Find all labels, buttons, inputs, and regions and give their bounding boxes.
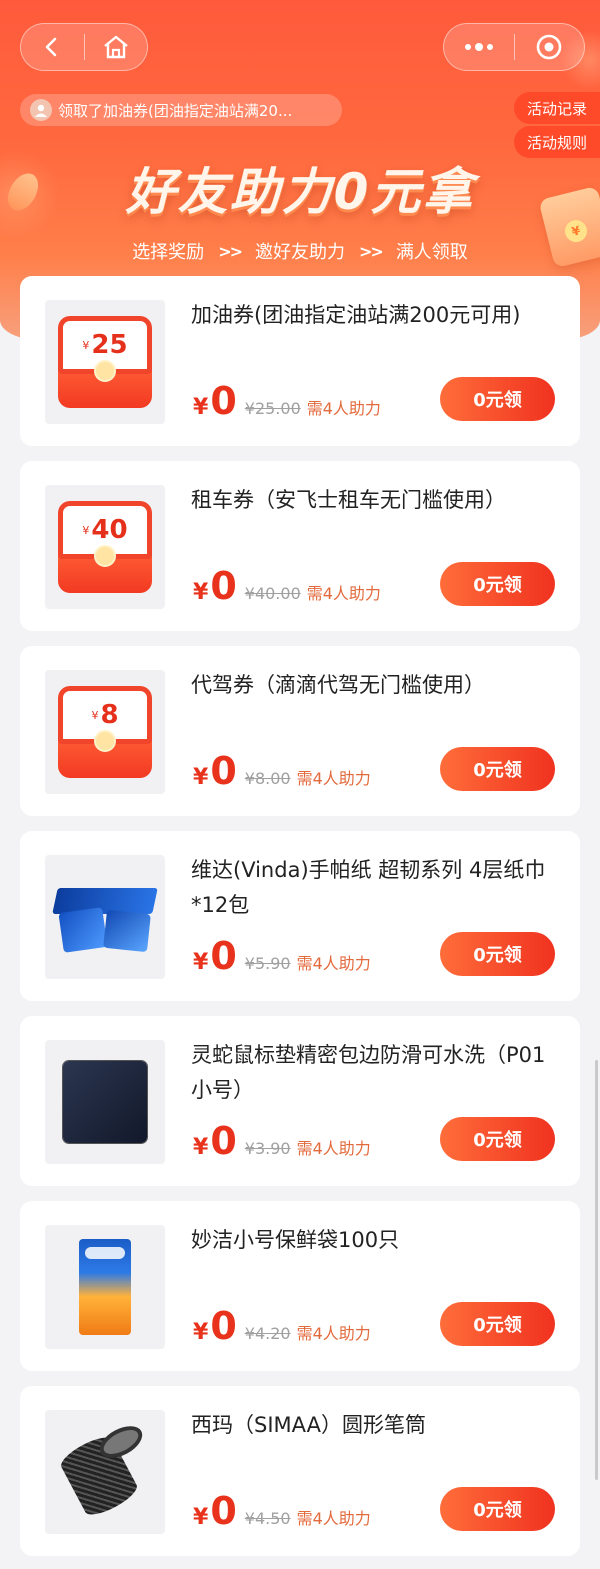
original-price: ¥4.50 bbox=[244, 1509, 291, 1528]
scrollbar[interactable] bbox=[595, 1060, 598, 1480]
original-price: ¥4.20 bbox=[244, 1324, 291, 1343]
user-avatar-icon bbox=[30, 99, 52, 121]
target-close-icon bbox=[536, 34, 562, 60]
current-price: 0 bbox=[210, 1304, 237, 1348]
activity-records-button[interactable]: 活动记录 bbox=[514, 92, 600, 124]
step-label: 邀好友助力 bbox=[255, 242, 345, 263]
price-row: ¥ 0 ¥40.00 需4人助力 bbox=[193, 567, 381, 605]
home-icon bbox=[103, 35, 128, 59]
double-chevron-icon: >> bbox=[218, 241, 243, 261]
currency-symbol: ¥ bbox=[193, 1505, 209, 1530]
current-price: 0 bbox=[210, 1489, 237, 1533]
current-price: 0 bbox=[210, 1119, 237, 1163]
red-packet-icon: ¥40 bbox=[58, 501, 152, 593]
ticker-text: 领取了加油券(团油指定油站满20... bbox=[58, 101, 293, 120]
price-row: ¥ 0 ¥4.20 需4人助力 bbox=[193, 1307, 371, 1345]
currency-symbol: ¥ bbox=[193, 950, 209, 975]
claim-button[interactable]: 0元领 bbox=[440, 1117, 555, 1161]
original-price: ¥8.00 bbox=[244, 769, 291, 788]
food-bag-image bbox=[79, 1239, 131, 1335]
product-title: 维达(Vinda)手帕纸 超韧系列 4层纸巾*12包 bbox=[191, 858, 546, 917]
price-row: ¥ 0 ¥3.90 需4人助力 bbox=[193, 1122, 371, 1160]
packet-value: 8 bbox=[100, 700, 119, 730]
product-thumbnail bbox=[45, 1225, 165, 1349]
original-price: ¥40.00 bbox=[244, 584, 301, 603]
helpers-needed: 需4人助力 bbox=[296, 954, 371, 973]
close-miniprogram-button[interactable] bbox=[515, 24, 585, 70]
mousepad-image bbox=[63, 1061, 147, 1143]
product-thumbnail: ¥25 bbox=[45, 300, 165, 424]
product-card[interactable]: ¥25 加油券(团油指定油站满200元可用) ¥ 0 ¥25.00 需4人助力 … bbox=[20, 276, 580, 446]
helpers-needed: 需4人助力 bbox=[296, 1324, 371, 1343]
helpers-needed: 需4人助力 bbox=[306, 584, 381, 603]
helpers-needed: 需4人助力 bbox=[296, 1139, 371, 1158]
double-chevron-icon: >> bbox=[359, 241, 384, 261]
helpers-needed: 需4人助力 bbox=[296, 769, 371, 788]
steps-bar: 选择奖励 >> 邀好友助力 >> 满人领取 bbox=[0, 238, 600, 264]
original-price: ¥3.90 bbox=[244, 1139, 291, 1158]
product-thumbnail bbox=[45, 1040, 165, 1164]
claim-button[interactable]: 0元领 bbox=[440, 1487, 555, 1531]
claim-button[interactable]: 0元领 bbox=[440, 747, 555, 791]
step-label: 选择奖励 bbox=[132, 242, 205, 263]
product-thumbnail bbox=[45, 855, 165, 979]
product-card[interactable]: ¥40 租车券（安飞士租车无门槛使用） ¥ 0 ¥40.00 需4人助力 0元领 bbox=[20, 461, 580, 631]
current-price: 0 bbox=[210, 749, 237, 793]
product-thumbnail: ¥40 bbox=[45, 485, 165, 609]
claim-button[interactable]: 0元领 bbox=[440, 932, 555, 976]
product-card[interactable]: 妙洁小号保鲜袋100只 ¥ 0 ¥4.20 需4人助力 0元领 bbox=[20, 1201, 580, 1371]
back-button[interactable] bbox=[21, 24, 84, 70]
price-row: ¥ 0 ¥4.50 需4人助力 bbox=[193, 1492, 371, 1530]
product-title: 加油券(团油指定油站满200元可用) bbox=[191, 303, 521, 327]
back-arrow-icon bbox=[45, 37, 57, 57]
price-row: ¥ 0 ¥25.00 需4人助力 bbox=[193, 382, 381, 420]
product-card[interactable]: ¥8 代驾券（滴滴代驾无门槛使用） ¥ 0 ¥8.00 需4人助力 0元领 bbox=[20, 646, 580, 816]
original-price: ¥5.90 bbox=[244, 954, 291, 973]
helpers-needed: 需4人助力 bbox=[306, 399, 381, 418]
red-packet-icon: ¥25 bbox=[58, 316, 152, 408]
product-thumbnail bbox=[45, 1410, 165, 1534]
product-card[interactable]: 灵蛇鼠标垫精密包边防滑可水洗（P01小号） ¥ 0 ¥3.90 需4人助力 0元… bbox=[20, 1016, 580, 1186]
packet-value: 25 bbox=[91, 330, 128, 360]
claim-button[interactable]: 0元领 bbox=[440, 377, 555, 421]
product-card[interactable]: 维达(Vinda)手帕纸 超韧系列 4层纸巾*12包 ¥ 0 ¥5.90 需4人… bbox=[20, 831, 580, 1001]
current-price: 0 bbox=[210, 379, 237, 423]
currency-symbol: ¥ bbox=[193, 580, 209, 605]
nav-capsule-right bbox=[443, 23, 585, 71]
helpers-needed: 需4人助力 bbox=[296, 1509, 371, 1528]
more-button[interactable] bbox=[444, 24, 514, 70]
home-button[interactable] bbox=[85, 24, 148, 70]
current-price: 0 bbox=[210, 564, 237, 608]
current-price: 0 bbox=[210, 934, 237, 978]
currency-symbol: ¥ bbox=[193, 1135, 209, 1160]
product-list: ¥25 加油券(团油指定油站满200元可用) ¥ 0 ¥25.00 需4人助力 … bbox=[20, 276, 580, 1569]
claim-ticker: 领取了加油券(团油指定油站满20... bbox=[20, 94, 342, 126]
price-row: ¥ 0 ¥5.90 需4人助力 bbox=[193, 937, 371, 975]
pen-holder-image bbox=[56, 1419, 148, 1521]
product-card[interactable]: 西玛（SIMAA）圆形笔筒 ¥ 0 ¥4.50 需4人助力 0元领 bbox=[20, 1386, 580, 1556]
claim-button[interactable]: 0元领 bbox=[440, 562, 555, 606]
currency-symbol: ¥ bbox=[193, 395, 209, 420]
tissue-pack-image bbox=[52, 882, 158, 953]
hero-title: 好友助力0元拿 bbox=[125, 163, 475, 221]
more-dots-icon bbox=[464, 43, 493, 51]
red-packet-icon: ¥8 bbox=[58, 686, 152, 778]
product-title: 代驾券（滴滴代驾无门槛使用） bbox=[191, 673, 485, 697]
product-title: 租车券（安飞士租车无门槛使用） bbox=[191, 488, 506, 512]
product-title: 西玛（SIMAA）圆形笔筒 bbox=[191, 1413, 426, 1437]
original-price: ¥25.00 bbox=[244, 399, 301, 418]
packet-value: 40 bbox=[91, 515, 128, 545]
claim-button[interactable]: 0元领 bbox=[440, 1302, 555, 1346]
currency-symbol: ¥ bbox=[193, 765, 209, 790]
product-title: 妙洁小号保鲜袋100只 bbox=[191, 1228, 400, 1252]
nav-capsule-left bbox=[20, 23, 148, 71]
step-label: 满人领取 bbox=[395, 242, 468, 263]
price-row: ¥ 0 ¥8.00 需4人助力 bbox=[193, 752, 371, 790]
product-thumbnail: ¥8 bbox=[45, 670, 165, 794]
currency-symbol: ¥ bbox=[193, 1320, 209, 1345]
product-title: 灵蛇鼠标垫精密包边防滑可水洗（P01小号） bbox=[191, 1043, 546, 1102]
